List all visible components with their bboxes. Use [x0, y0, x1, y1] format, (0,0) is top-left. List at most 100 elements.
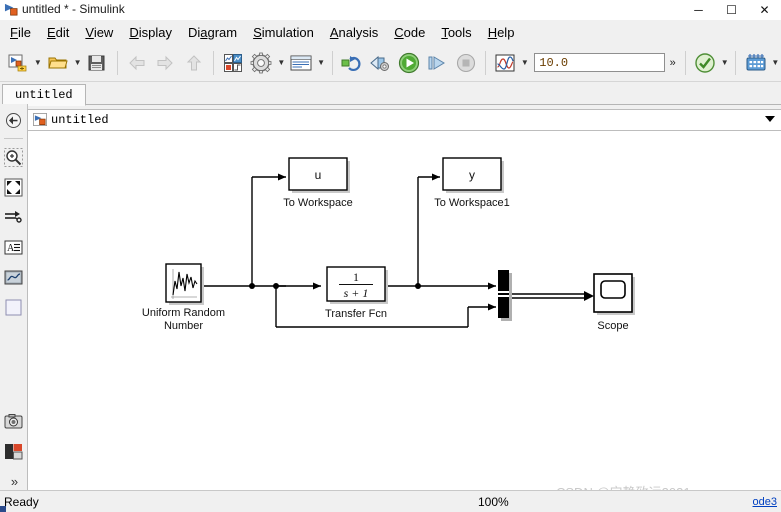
menu-diagram[interactable]: Diagram	[180, 23, 245, 42]
block-inner-text-u: u	[315, 168, 322, 182]
toolbar-separator	[116, 50, 118, 75]
block-label-scope: Scope	[597, 320, 628, 332]
menu-file[interactable]: FFileile	[2, 23, 39, 42]
signal-branch-point	[273, 283, 279, 289]
fast-restart-button[interactable]	[367, 49, 393, 77]
toolbar-separator	[331, 50, 333, 75]
toolbar-overflow-button[interactable]: »	[665, 57, 680, 69]
compare-models-icon	[5, 443, 23, 459]
title-bar: untitled * - Simulink ─ ☐ ✕	[0, 0, 781, 20]
up-button[interactable]	[180, 49, 206, 77]
fit-to-view-icon	[4, 178, 23, 196]
simulation-stop-time-input[interactable]: 10.0	[534, 53, 665, 72]
signal-routing-icon	[5, 210, 22, 223]
gear-icon	[251, 52, 272, 73]
sidebar-back-icon[interactable]	[0, 106, 27, 134]
model-advisor-button[interactable]	[692, 49, 718, 77]
blank-rect-icon	[5, 299, 22, 315]
transfer-fcn-numerator: 1	[353, 270, 359, 284]
menu-code[interactable]: Code	[386, 23, 433, 42]
status-solver-link[interactable]: ode3	[753, 496, 777, 508]
toolbar: ▼ ▼ ▼ ▼ ▼ 10.0 » ▼ ▼	[0, 44, 781, 82]
save-model-button[interactable]	[84, 49, 110, 77]
model-configuration-dropdown[interactable]: ▼	[276, 50, 287, 76]
menu-tools[interactable]: Tools	[433, 23, 479, 42]
fast-restart-icon	[370, 55, 390, 71]
sidebar-signal-routing-icon[interactable]	[0, 203, 27, 231]
sidebar-compare-icon[interactable]	[0, 437, 27, 465]
sidebar-zoom-in-icon[interactable]	[0, 143, 27, 171]
bus-arrow	[584, 291, 594, 301]
model-explorer-button[interactable]	[288, 49, 314, 77]
tab-untitled[interactable]: untitled	[2, 84, 86, 106]
block-label-transfer-fcn: Transfer Fcn	[325, 308, 387, 320]
menu-edit[interactable]: Edit	[39, 23, 77, 42]
menu-simulation[interactable]: Simulation	[245, 23, 322, 42]
scope-wave-icon	[495, 54, 515, 71]
run-button[interactable]	[396, 49, 422, 77]
build-deploy-icon	[746, 53, 765, 70]
block-label-to-workspace: To Workspace	[283, 197, 353, 209]
build-model-button[interactable]	[742, 49, 768, 77]
zoom-in-icon	[4, 147, 23, 167]
transfer-fcn-denominator: s + 1	[344, 286, 369, 300]
model-configuration-button[interactable]	[248, 49, 274, 77]
open-model-button[interactable]	[44, 49, 70, 77]
annotation-icon: A	[4, 240, 23, 254]
open-folder-icon	[48, 57, 68, 68]
sidebar-fit-to-view-icon[interactable]	[0, 173, 27, 201]
block-scope	[593, 273, 635, 315]
menu-help[interactable]: Help	[480, 23, 523, 42]
camera-icon	[4, 413, 23, 428]
step-forward-button[interactable]	[424, 49, 450, 77]
forward-arrow-icon	[157, 55, 173, 70]
new-model-button[interactable]	[5, 49, 31, 77]
viewer-scope-icon	[4, 270, 23, 284]
menu-view[interactable]: View	[77, 23, 121, 42]
simulation-data-inspector-dropdown[interactable]: ▼	[519, 50, 530, 76]
block-mux	[498, 270, 512, 321]
block-uniform-random-number	[165, 263, 204, 305]
model-canvas[interactable]: Uniform Random Number u To Workspace y T…	[27, 131, 781, 490]
stop-button[interactable]	[452, 49, 478, 77]
new-model-dropdown[interactable]: ▼	[32, 50, 43, 76]
toolbar-separator	[484, 50, 486, 75]
breadcrumb[interactable]: untitled	[27, 109, 781, 131]
sidebar-blank-icon[interactable]	[0, 293, 27, 321]
forward-button[interactable]	[152, 49, 178, 77]
menu-analysis[interactable]: Analysis	[322, 23, 386, 42]
close-button[interactable]: ✕	[748, 0, 781, 20]
menu-display[interactable]: Display	[121, 23, 180, 42]
block-to-workspace1-y: y	[442, 157, 504, 193]
sidebar-separator	[4, 138, 23, 139]
sidebar-viewer-icon[interactable]	[0, 263, 27, 291]
model-explorer-dropdown[interactable]: ▼	[315, 50, 326, 76]
simulation-data-inspector-button[interactable]	[492, 49, 518, 77]
menu-bar: FFileile Edit View Display Diagram Simul…	[0, 20, 781, 44]
toolbar-separator	[684, 50, 686, 75]
status-zoom-level: 100%	[478, 495, 509, 509]
maximize-button[interactable]: ☐	[715, 0, 748, 20]
model-advisor-dropdown[interactable]: ▼	[719, 50, 730, 76]
sidebar-snapshot-icon[interactable]	[0, 407, 27, 435]
sidebar-expand-glyph: »	[10, 473, 18, 489]
resize-corner-marker	[0, 506, 6, 512]
canvas-sidebar: A »	[0, 104, 28, 490]
save-icon	[88, 55, 105, 70]
block-to-workspace-u: u	[288, 157, 350, 193]
chevron-down-icon[interactable]	[765, 116, 775, 122]
open-model-dropdown[interactable]: ▼	[72, 50, 83, 76]
update-model-button[interactable]	[339, 49, 365, 77]
build-model-dropdown[interactable]: ▼	[770, 50, 781, 76]
tab-strip: untitled	[0, 82, 781, 106]
simulink-model-icon	[4, 3, 18, 16]
simulink-model-icon	[33, 113, 47, 126]
sidebar-annotation-icon[interactable]: A	[0, 233, 27, 261]
update-model-icon	[341, 55, 361, 71]
back-button[interactable]	[124, 49, 150, 77]
breadcrumb-path: untitled	[51, 113, 109, 127]
minimize-button[interactable]: ─	[682, 0, 715, 20]
library-browser-button[interactable]	[220, 49, 246, 77]
back-arrow-icon	[129, 55, 145, 70]
new-model-icon	[8, 54, 27, 71]
